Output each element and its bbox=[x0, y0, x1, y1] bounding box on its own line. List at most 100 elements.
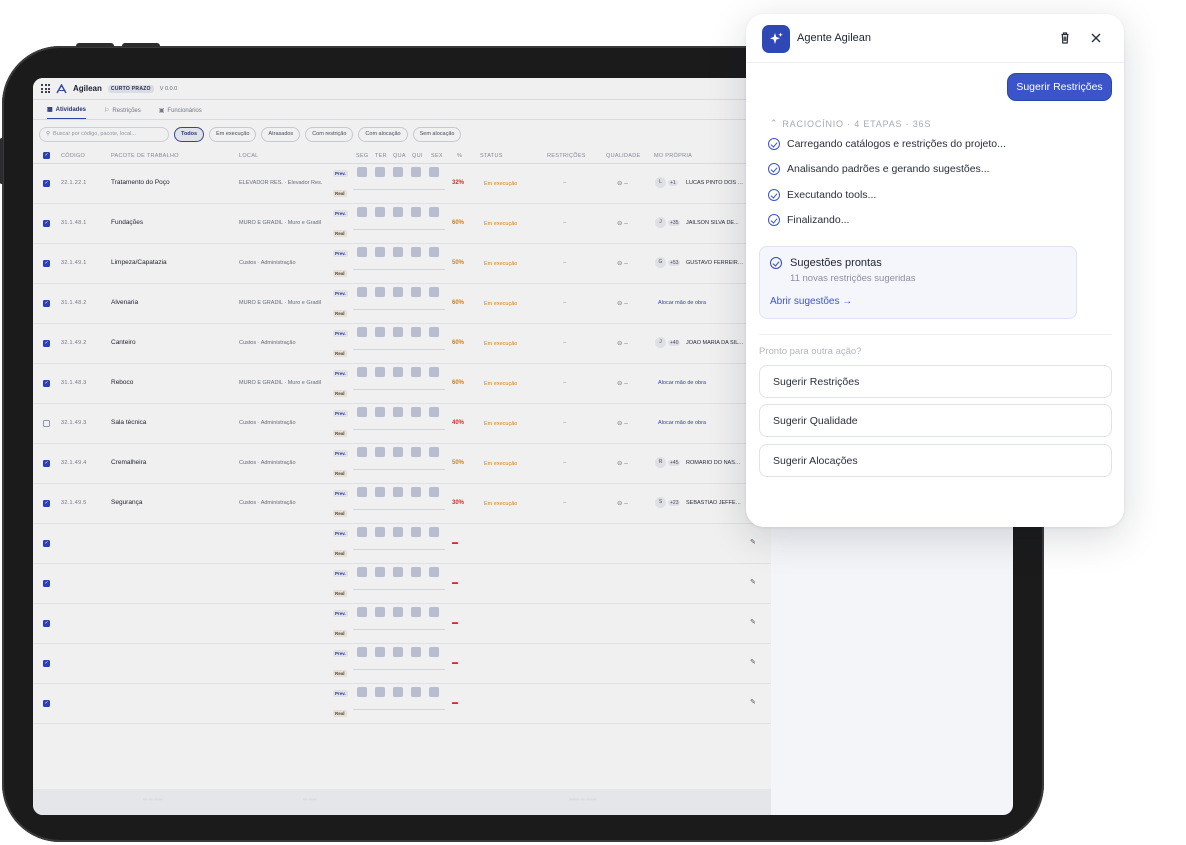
edit-icon[interactable]: ✎ bbox=[750, 698, 756, 706]
edit-icon[interactable]: ✎ bbox=[750, 538, 756, 546]
day-cell[interactable] bbox=[429, 487, 439, 497]
day-cell[interactable] bbox=[357, 647, 367, 657]
allocate-labor-link[interactable]: Alocar mão de obra bbox=[658, 300, 706, 306]
day-cell[interactable] bbox=[393, 567, 403, 577]
day-cell[interactable] bbox=[375, 247, 385, 257]
day-cell[interactable] bbox=[357, 527, 367, 537]
close-icon[interactable] bbox=[1088, 30, 1104, 46]
day-cell[interactable] bbox=[375, 207, 385, 217]
day-cell[interactable] bbox=[411, 527, 421, 537]
day-cell[interactable] bbox=[411, 327, 421, 337]
day-cell[interactable] bbox=[375, 167, 385, 177]
day-cell[interactable] bbox=[411, 407, 421, 417]
row-checkbox[interactable] bbox=[43, 260, 50, 267]
day-cell[interactable] bbox=[393, 487, 403, 497]
row-quality[interactable]: ⊖ – bbox=[617, 419, 628, 427]
row-checkbox[interactable] bbox=[43, 660, 50, 667]
day-cell[interactable] bbox=[357, 247, 367, 257]
day-cell[interactable] bbox=[411, 367, 421, 377]
row-checkbox[interactable] bbox=[43, 540, 50, 547]
row-quality[interactable]: ⊖ – bbox=[617, 259, 628, 267]
table-row[interactable]: Prev. Real ✎ ▬ bbox=[33, 684, 771, 724]
day-cell[interactable] bbox=[357, 327, 367, 337]
trash-icon[interactable] bbox=[1057, 30, 1073, 46]
day-cell[interactable] bbox=[429, 607, 439, 617]
day-cell[interactable] bbox=[411, 607, 421, 617]
day-cell[interactable] bbox=[357, 687, 367, 697]
day-cell[interactable] bbox=[393, 167, 403, 177]
day-cell[interactable] bbox=[393, 447, 403, 457]
table-row[interactable]: Prev. Real 31.1.48.1 Fundações MURO E GRADIL… bbox=[33, 204, 771, 244]
day-cell[interactable] bbox=[393, 327, 403, 337]
day-cell[interactable] bbox=[375, 487, 385, 497]
table-row[interactable]: Prev. Real 22.1.22.1 Tratamento do Poço ELEV… bbox=[33, 164, 771, 204]
day-cell[interactable] bbox=[393, 207, 403, 217]
row-checkbox[interactable] bbox=[43, 700, 50, 707]
day-cell[interactable] bbox=[411, 287, 421, 297]
row-checkbox[interactable] bbox=[43, 620, 50, 627]
day-cell[interactable] bbox=[429, 327, 439, 337]
table-row[interactable]: Prev. Real 32.1.49.5 Segurança Custos · Admi… bbox=[33, 484, 771, 524]
day-cell[interactable] bbox=[375, 287, 385, 297]
day-cell[interactable] bbox=[429, 687, 439, 697]
day-cell[interactable] bbox=[357, 567, 367, 577]
day-cell[interactable] bbox=[429, 167, 439, 177]
edit-icon[interactable]: ✎ bbox=[750, 578, 756, 586]
day-cell[interactable] bbox=[429, 567, 439, 577]
row-quality[interactable]: ⊖ – bbox=[617, 379, 628, 387]
allocate-labor-link[interactable]: Alocar mão de obra bbox=[658, 380, 706, 386]
day-cell[interactable] bbox=[411, 447, 421, 457]
filter-chip-com-alocacao[interactable]: Com alocação bbox=[358, 126, 408, 142]
day-cell[interactable] bbox=[357, 607, 367, 617]
day-cell[interactable] bbox=[411, 687, 421, 697]
table-row[interactable]: Prev. Real ✎ ▬ bbox=[33, 564, 771, 604]
day-cell[interactable] bbox=[393, 247, 403, 257]
day-cell[interactable] bbox=[357, 207, 367, 217]
filter-chip-todos[interactable]: Todos bbox=[174, 126, 205, 142]
day-cell[interactable] bbox=[375, 567, 385, 577]
row-checkbox[interactable] bbox=[43, 340, 50, 347]
day-cell[interactable] bbox=[393, 647, 403, 657]
row-checkbox[interactable] bbox=[43, 500, 50, 507]
search-input[interactable]: ⚲ Buscar por código, pacote, local... bbox=[39, 126, 169, 142]
day-cell[interactable] bbox=[429, 447, 439, 457]
row-checkbox[interactable] bbox=[43, 220, 50, 227]
row-checkbox[interactable] bbox=[43, 380, 50, 387]
table-row[interactable]: Prev. Real ✎ ▬ bbox=[33, 524, 771, 564]
row-quality[interactable]: ⊖ – bbox=[617, 459, 628, 467]
day-cell[interactable] bbox=[357, 367, 367, 377]
day-cell[interactable] bbox=[411, 207, 421, 217]
table-row[interactable]: Prev. Real 31.1.48.3 Reboco MURO E GRADIL · … bbox=[33, 364, 771, 404]
tab-restricoes[interactable]: ⚐ Restrições bbox=[104, 107, 141, 119]
filter-chip-atrasados[interactable]: Atrasados bbox=[261, 126, 301, 142]
day-cell[interactable] bbox=[411, 567, 421, 577]
day-cell[interactable] bbox=[375, 327, 385, 337]
table-row[interactable]: Prev. Real ✎ ▬ bbox=[33, 604, 771, 644]
day-cell[interactable] bbox=[429, 367, 439, 377]
open-suggestions-link[interactable]: Abrir sugestões → bbox=[770, 296, 852, 307]
day-cell[interactable] bbox=[429, 647, 439, 657]
table-row[interactable]: Prev. Real 32.1.49.1 Limpeza/Capatazia Custo… bbox=[33, 244, 771, 284]
day-cell[interactable] bbox=[429, 527, 439, 537]
day-cell[interactable] bbox=[393, 287, 403, 297]
day-cell[interactable] bbox=[375, 607, 385, 617]
day-cell[interactable] bbox=[357, 407, 367, 417]
day-cell[interactable] bbox=[429, 207, 439, 217]
day-cell[interactable] bbox=[357, 167, 367, 177]
table-row[interactable]: Prev. Real 32.1.49.3 Sala técnica Custos · A… bbox=[33, 404, 771, 444]
row-quality[interactable]: ⊖ – bbox=[617, 339, 628, 347]
day-cell[interactable] bbox=[429, 407, 439, 417]
action-suggest-quality[interactable]: Sugerir Qualidade bbox=[759, 404, 1112, 437]
day-cell[interactable] bbox=[375, 447, 385, 457]
row-quality[interactable]: ⊖ – bbox=[617, 179, 628, 187]
table-row[interactable]: Prev. Real ✎ ▬ bbox=[33, 644, 771, 684]
row-quality[interactable]: ⊖ – bbox=[617, 499, 628, 507]
apps-grid-icon[interactable] bbox=[41, 84, 50, 93]
row-checkbox[interactable] bbox=[43, 180, 50, 187]
day-cell[interactable] bbox=[429, 247, 439, 257]
day-cell[interactable] bbox=[375, 687, 385, 697]
day-cell[interactable] bbox=[393, 407, 403, 417]
row-quality[interactable]: ⊖ – bbox=[617, 299, 628, 307]
select-all-checkbox[interactable] bbox=[43, 152, 50, 159]
day-cell[interactable] bbox=[357, 287, 367, 297]
